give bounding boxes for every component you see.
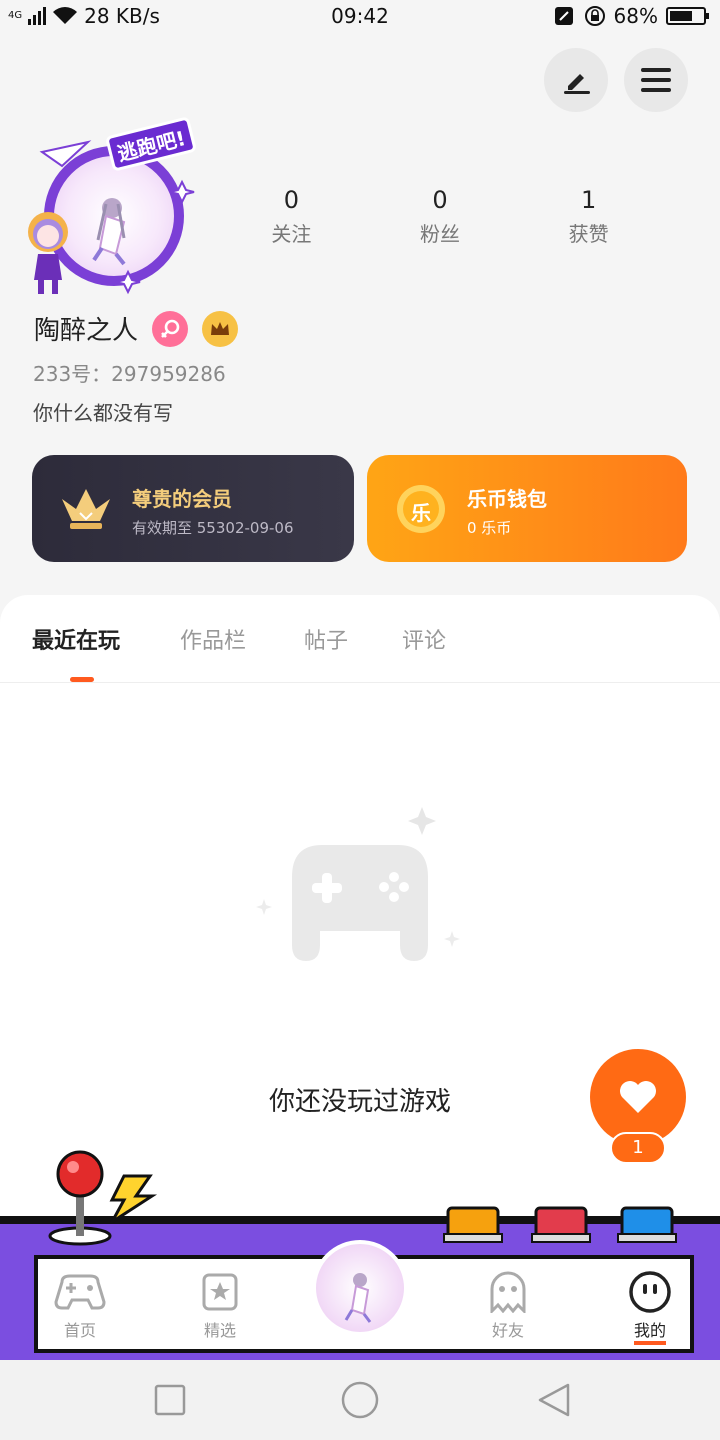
heart-icon bbox=[620, 1081, 656, 1113]
star-bookmark-icon bbox=[202, 1273, 238, 1311]
stat-value: 0 bbox=[432, 186, 448, 214]
battery-percent: 68% bbox=[613, 4, 658, 28]
nav-me[interactable]: 我的 bbox=[610, 1267, 690, 1345]
stat-value: 0 bbox=[283, 186, 299, 214]
nav-featured[interactable]: 精选 bbox=[180, 1267, 260, 1341]
rotation-lock-icon bbox=[584, 6, 605, 26]
crown-icon bbox=[62, 489, 110, 529]
nav-center-avatar[interactable] bbox=[312, 1240, 408, 1336]
battery-fill bbox=[670, 11, 692, 21]
stat-likes[interactable]: 1 获赞 bbox=[514, 186, 663, 247]
menu-button[interactable] bbox=[624, 48, 688, 112]
user-name: 陶醉之人 bbox=[34, 316, 139, 346]
home-icon[interactable] bbox=[340, 1380, 380, 1420]
stat-label: 获赞 bbox=[568, 222, 609, 246]
system-nav-bar bbox=[0, 1360, 720, 1440]
stat-value: 1 bbox=[581, 186, 597, 214]
nav-label: 我的 bbox=[633, 1317, 666, 1345]
tab-comments[interactable]: 评论 bbox=[402, 623, 446, 655]
nav-home[interactable]: 首页 bbox=[40, 1267, 120, 1341]
avatar-thumbnail bbox=[344, 1273, 372, 1323]
vip-card-expiry: 有效期至 55302-09-06 bbox=[132, 519, 294, 537]
stat-label: 关注 bbox=[271, 222, 312, 246]
paper-plane-icon bbox=[39, 140, 195, 295]
vip-crown-icon[interactable] bbox=[202, 310, 239, 347]
nfc-icon bbox=[554, 7, 573, 25]
coin-card-balance: 0 乐币 bbox=[467, 519, 512, 537]
recents-icon[interactable] bbox=[152, 1382, 188, 1418]
edit-profile-button[interactable] bbox=[544, 48, 608, 112]
smiley-icon bbox=[629, 1271, 671, 1313]
ghost-icon bbox=[490, 1271, 526, 1313]
tab-posts[interactable]: 帖子 bbox=[304, 623, 348, 655]
coin-wallet-card[interactable]: 乐 乐币钱包 0 乐币 bbox=[367, 455, 687, 562]
menu-icon bbox=[641, 68, 671, 92]
avatar[interactable]: 逃跑吧! bbox=[22, 116, 202, 307]
gamepad-icon bbox=[54, 1274, 106, 1310]
empty-gamepad-icon bbox=[256, 807, 460, 961]
tab-bar: 最近在玩 作品栏 帖子 评论 bbox=[0, 595, 720, 683]
like-button[interactable] bbox=[590, 1049, 686, 1145]
status-bar: 4G 28 KB/s 09:42 68% bbox=[0, 0, 720, 36]
pen-icon bbox=[564, 74, 590, 94]
coin-card-title: 乐币钱包 bbox=[467, 487, 547, 511]
nav-friends[interactable]: 好友 bbox=[468, 1267, 548, 1341]
tab-indicator bbox=[70, 677, 94, 682]
name-row: 陶醉之人 bbox=[34, 310, 239, 347]
profile-stats: 0 关注 0 粉丝 1 获赞 bbox=[217, 186, 663, 247]
vip-card-title: 尊贵的会员 bbox=[132, 487, 232, 511]
female-icon bbox=[152, 310, 189, 347]
battery-icon bbox=[666, 7, 709, 25]
nav-label: 精选 bbox=[203, 1321, 236, 1340]
nav-label: 首页 bbox=[63, 1321, 96, 1340]
stat-following[interactable]: 0 关注 bbox=[217, 186, 366, 247]
stat-followers[interactable]: 0 粉丝 bbox=[366, 186, 515, 247]
coin-icon-label: 乐 bbox=[411, 501, 431, 525]
tab-works[interactable]: 作品栏 bbox=[180, 623, 246, 655]
user-bio: 你什么都没有写 bbox=[33, 401, 173, 425]
back-icon[interactable] bbox=[534, 1382, 574, 1418]
user-id: 233号：297959286 bbox=[33, 362, 226, 386]
stat-label: 粉丝 bbox=[420, 222, 460, 246]
vip-membership-card[interactable]: 尊贵的会员 有效期至 55302-09-06 bbox=[32, 455, 354, 562]
nav-label: 好友 bbox=[491, 1321, 524, 1340]
tab-recently-played[interactable]: 最近在玩 bbox=[32, 623, 120, 655]
